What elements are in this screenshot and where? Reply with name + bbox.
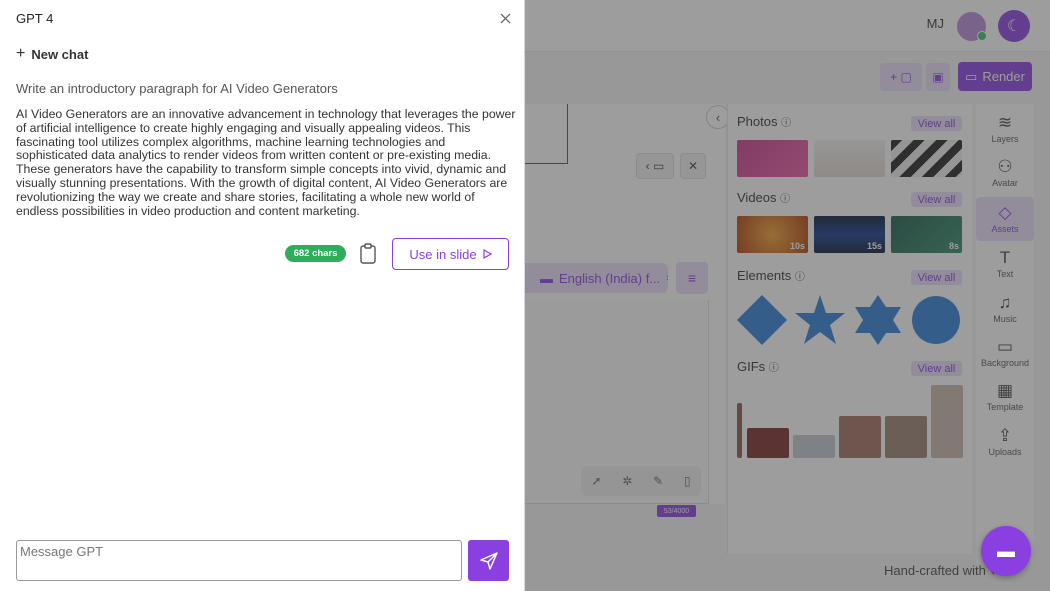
play-icon bbox=[482, 249, 492, 259]
chat-icon: ▬ bbox=[997, 540, 1015, 561]
use-in-slide-label: Use in slide bbox=[409, 246, 477, 262]
close-button[interactable] bbox=[496, 9, 514, 27]
plus-icon: + bbox=[16, 45, 26, 62]
use-in-slide-button[interactable]: Use in slide bbox=[392, 238, 509, 270]
send-icon bbox=[479, 551, 498, 570]
message-input[interactable] bbox=[16, 540, 462, 581]
new-chat-button[interactable]: + New chat bbox=[16, 45, 88, 63]
support-chat-button[interactable]: ▬ bbox=[981, 526, 1031, 576]
user-prompt: Write an introductory paragraph for AI V… bbox=[16, 81, 338, 96]
copy-button[interactable] bbox=[359, 243, 379, 265]
send-button[interactable] bbox=[468, 540, 509, 581]
new-chat-label: New chat bbox=[31, 46, 89, 62]
char-count-badge: 682 chars bbox=[285, 245, 346, 262]
gpt-response: AI Video Generators are an innovative ad… bbox=[16, 107, 516, 218]
clipboard-icon bbox=[360, 243, 376, 264]
panel-title: GPT 4 bbox=[16, 11, 54, 26]
modal-overlay[interactable] bbox=[525, 0, 1050, 591]
close-icon bbox=[500, 13, 510, 23]
gpt-panel: GPT 4 + New chat Write an introductory p… bbox=[0, 0, 525, 591]
